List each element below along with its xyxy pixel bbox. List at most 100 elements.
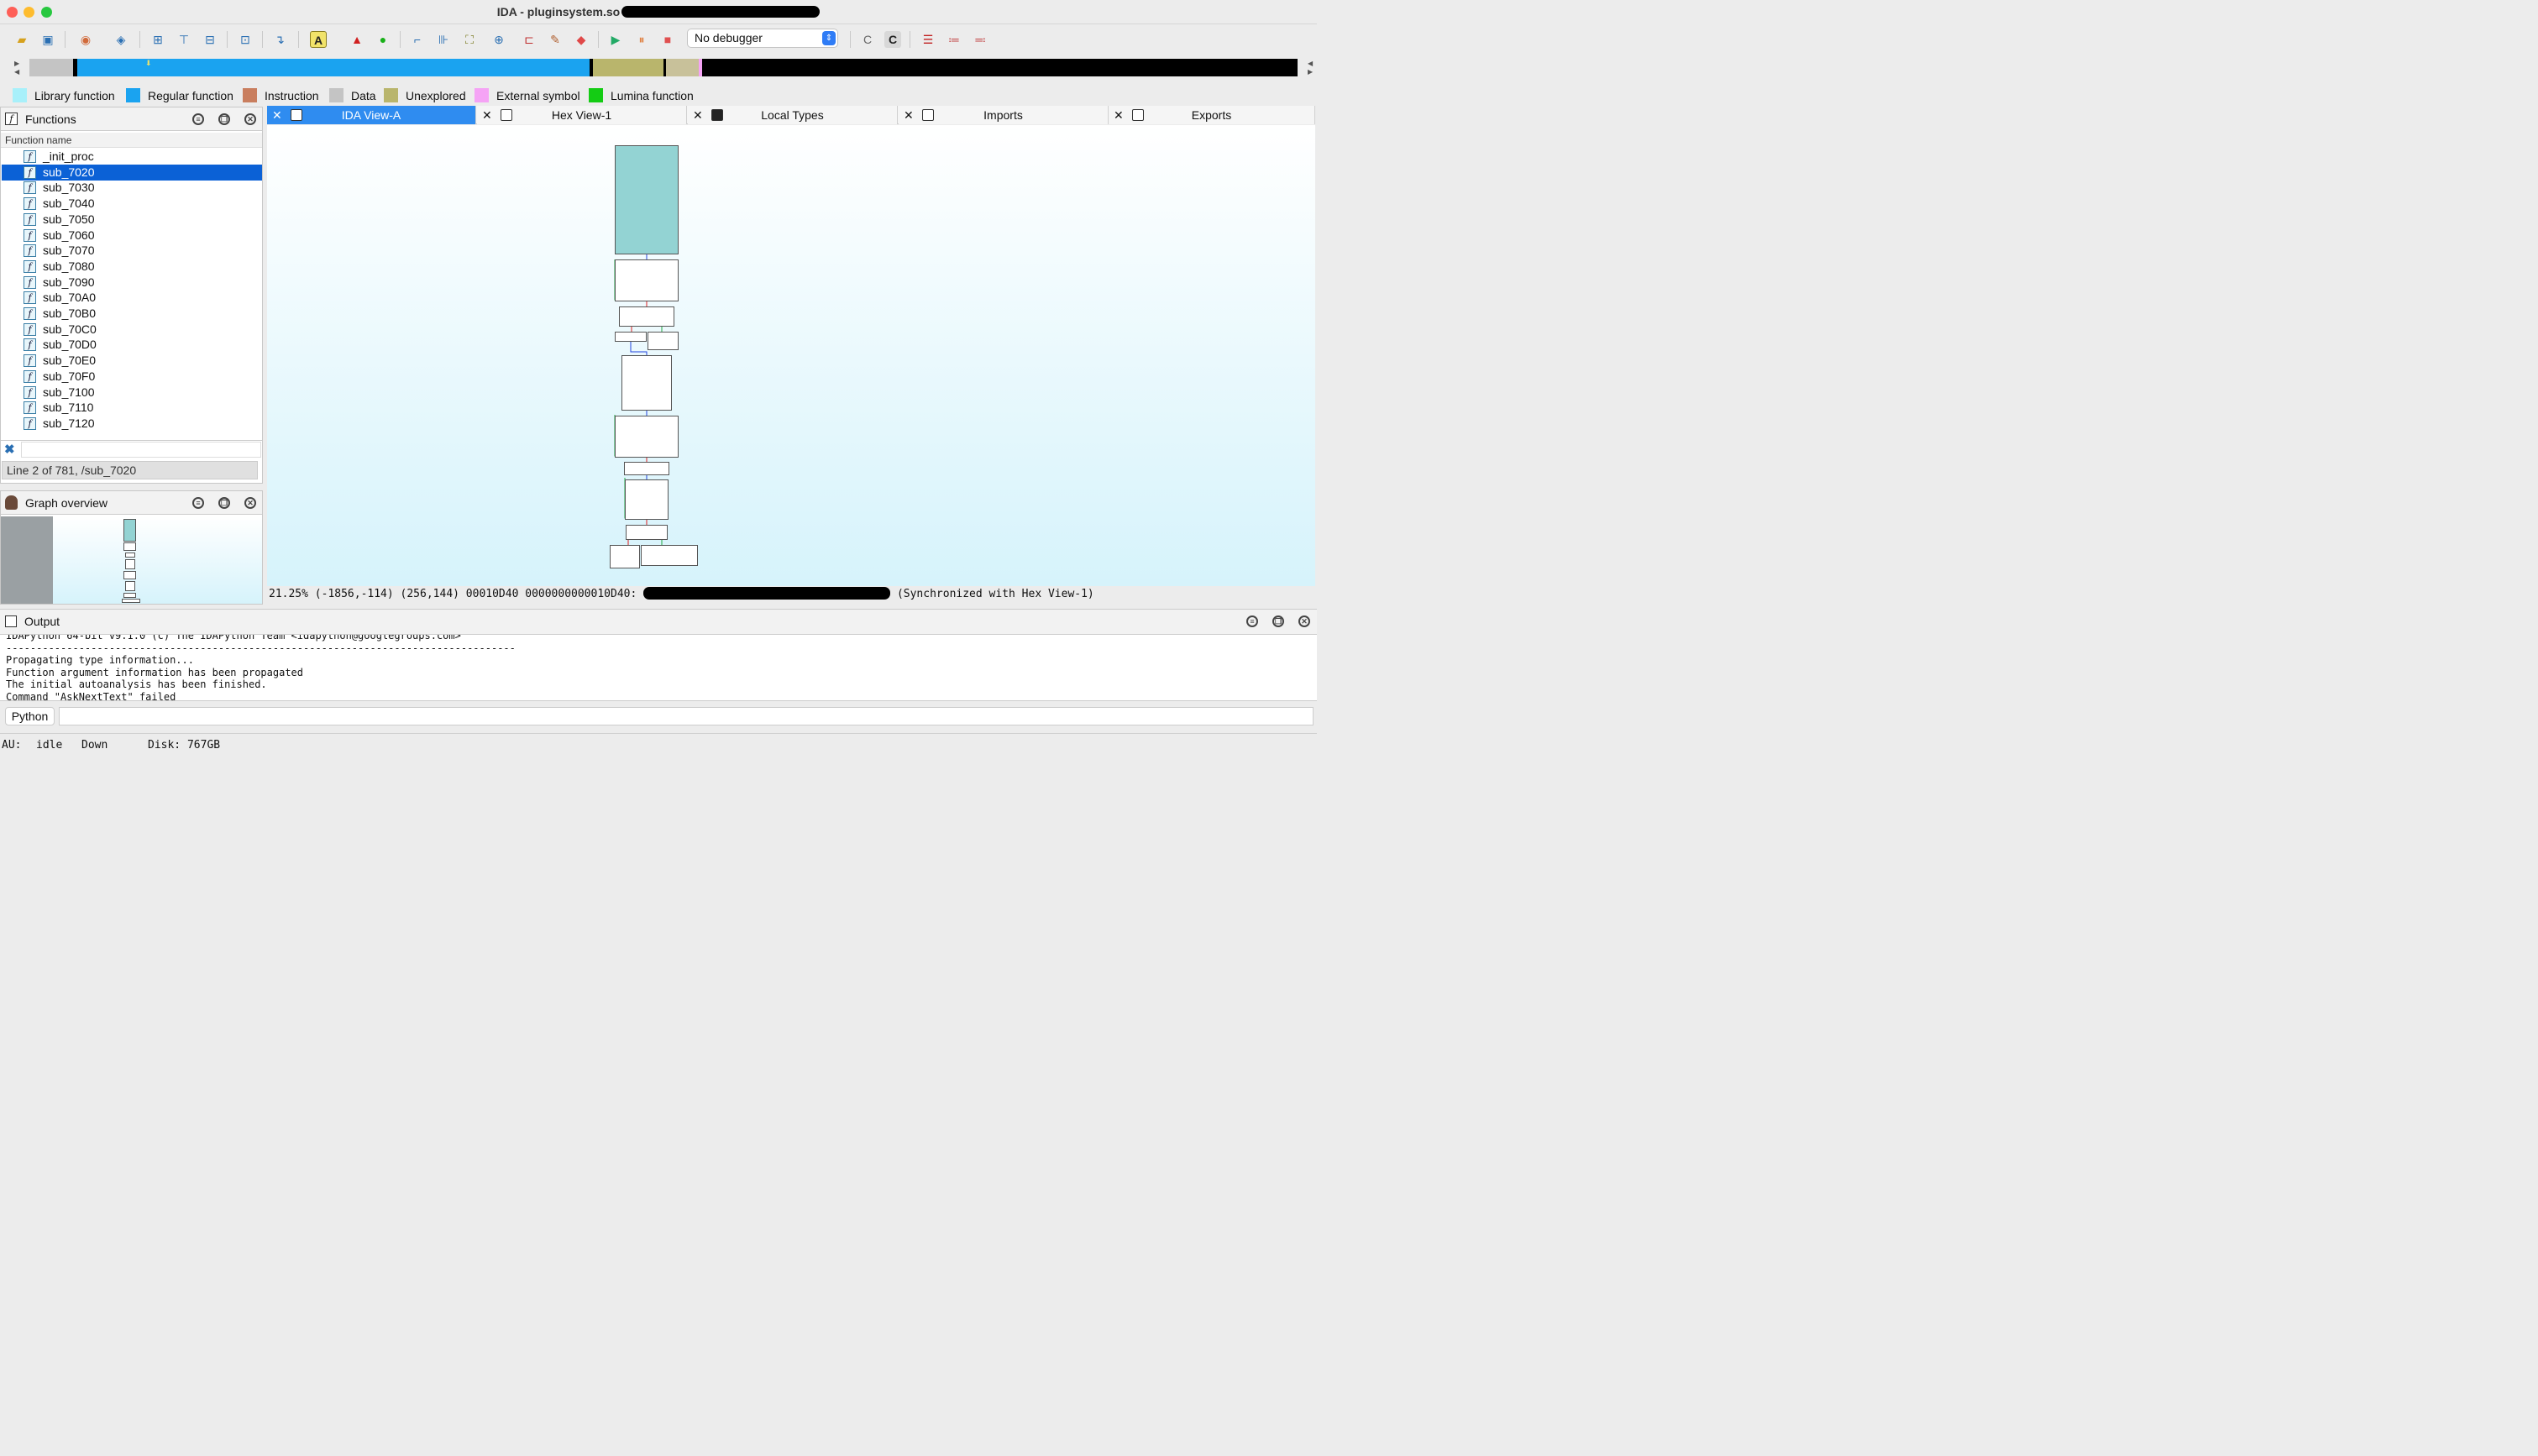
au-state: idle [36, 739, 63, 752]
entry-basic-block[interactable] [615, 145, 679, 254]
start-debug-icon[interactable]: ▶ [607, 31, 624, 48]
panel-menu-icon[interactable]: ≡ [192, 113, 204, 125]
function-filter-input[interactable] [21, 442, 261, 458]
function-name: sub_70F0 [43, 369, 96, 383]
function-list-item[interactable]: f sub_70A0 [2, 290, 262, 306]
code-icon[interactable]: ⌐ [409, 31, 426, 48]
navband-bar[interactable]: ⬇ [29, 59, 1298, 76]
undefine-icon[interactable]: ⊏ [521, 31, 537, 48]
text-view-icon[interactable]: ⊟ [202, 31, 218, 48]
panel-float-icon[interactable]: ❐ [1272, 615, 1284, 627]
stop-debug-icon[interactable]: ■ [659, 31, 676, 48]
functions-list[interactable]: f _init_proc f sub_7020 f sub_7030 f sub_7040 f s… [1, 149, 262, 437]
tab-exports[interactable]: ✕ Exports [1109, 106, 1315, 124]
proximity-view-icon[interactable]: ⊤ [176, 31, 192, 48]
tab-ida-view-a[interactable]: ✕ IDA View-A [267, 106, 476, 124]
array-icon[interactable]: ⊕ [490, 31, 507, 48]
function-list-item[interactable]: f _init_proc [2, 149, 262, 165]
forward-icon[interactable]: ◈ [113, 31, 129, 48]
basic-block[interactable] [615, 332, 647, 342]
outdent-list-icon[interactable]: ≕ [972, 31, 988, 48]
nav-left-arrow-icon[interactable]: ▶ ◀ [14, 60, 19, 76]
function-list-item[interactable]: f sub_70D0 [2, 337, 262, 353]
function-list-item[interactable]: f sub_7040 [2, 196, 262, 212]
pseudocode-icon[interactable]: C [884, 31, 901, 48]
function-name-column-header[interactable]: Function name [1, 133, 262, 148]
navigation-band[interactable]: ▶ ◀ ◀ ▶ ⬇ [0, 55, 1317, 81]
basic-block[interactable] [641, 545, 698, 566]
output-log[interactable]: IDAPython 64-bit v9.1.0 (c) The IDAPytho… [0, 634, 1317, 701]
rename-icon[interactable]: ✎ [547, 31, 564, 48]
decompile-icon[interactable]: C [859, 31, 876, 48]
graph-view-icon[interactable]: ⊞ [149, 31, 166, 48]
function-list-item[interactable]: f sub_7050 [2, 212, 262, 228]
function-list-item[interactable]: f sub_70E0 [2, 353, 262, 369]
panel-close-icon[interactable]: ✕ [244, 497, 256, 509]
overview-viewport[interactable] [1, 516, 53, 604]
basic-block[interactable] [615, 416, 679, 458]
command-input[interactable] [59, 707, 1314, 725]
tab-hex-view-1[interactable]: ✕ Hex View-1 [477, 106, 687, 124]
nav-right-arrow-icon[interactable]: ◀ ▶ [1308, 60, 1313, 76]
legend-item: External symbol [475, 88, 580, 105]
basic-block[interactable] [626, 525, 668, 540]
jump-icon[interactable]: ⊡ [237, 31, 254, 48]
open-file-icon[interactable]: ▰ [13, 31, 30, 48]
function-list-item[interactable]: f sub_70B0 [2, 306, 262, 322]
pause-debug-icon[interactable]: ⏸ [633, 31, 650, 48]
basic-block[interactable] [610, 545, 640, 568]
window-title: IDA - pluginsystem.so [0, 5, 1317, 18]
jump-to-address-icon[interactable]: ↴ [271, 31, 288, 48]
basic-block[interactable] [615, 259, 679, 301]
struct-icon[interactable]: ⛶ [461, 31, 478, 48]
tab-imports[interactable]: ✕ Imports [899, 106, 1109, 124]
function-list-item[interactable]: f sub_7120 [2, 416, 262, 432]
direction-indicator: Down [81, 739, 108, 752]
basic-block[interactable] [624, 462, 669, 475]
function-name: sub_7120 [43, 416, 95, 430]
legend-swatch [126, 88, 140, 102]
data-icon[interactable]: ⊪ [435, 31, 452, 48]
function-list-item[interactable]: f sub_7110 [2, 400, 262, 416]
graph-overview-canvas[interactable] [1, 516, 262, 604]
function-list-item[interactable]: f sub_7030 [2, 180, 262, 196]
function-list-item[interactable]: f sub_70F0 [2, 369, 262, 385]
clear-filter-icon[interactable]: ✖ [4, 442, 15, 457]
breakpoint-list-icon[interactable]: ▲ [349, 31, 365, 48]
panel-float-icon[interactable]: ❐ [218, 497, 230, 509]
function-list-item[interactable]: f sub_7060 [2, 228, 262, 244]
panel-menu-icon[interactable]: ≡ [192, 497, 204, 509]
tab-local-types[interactable]: ✕ Local Types [688, 106, 898, 124]
panel-float-icon[interactable]: ❐ [218, 113, 230, 125]
panel-close-icon[interactable]: ✕ [1298, 615, 1310, 627]
functions-status: Line 2 of 781, /sub_7020 [2, 461, 258, 479]
function-list-item[interactable]: f sub_7090 [2, 275, 262, 291]
back-icon[interactable]: ◉ [77, 31, 94, 48]
hide-icon[interactable]: ◆ [573, 31, 590, 48]
output-list-icon[interactable]: ☰ [920, 31, 936, 48]
function-list-item[interactable]: f sub_7100 [2, 385, 262, 401]
function-list-item[interactable]: f sub_70C0 [2, 322, 262, 338]
function-icon: f [24, 322, 36, 336]
basic-block[interactable] [648, 332, 679, 350]
indent-list-icon[interactable]: ≔ [946, 31, 962, 48]
panel-menu-icon[interactable]: ≡ [1246, 615, 1258, 627]
function-name: sub_70C0 [43, 322, 97, 336]
basic-block[interactable] [621, 355, 672, 411]
debugger-select[interactable]: No debugger ⇕ [687, 29, 838, 48]
save-icon[interactable]: ▣ [39, 31, 56, 48]
legend-item: Unexplored [384, 88, 466, 105]
basic-block[interactable] [619, 306, 674, 327]
panel-close-icon[interactable]: ✕ [244, 113, 256, 125]
lumina-icon[interactable]: ● [375, 31, 391, 48]
function-list-item[interactable]: f sub_7020 [2, 164, 262, 181]
redaction-bar [621, 6, 821, 18]
cli-language-button[interactable]: Python [5, 707, 55, 725]
graph-view[interactable] [267, 125, 1315, 586]
function-list-item[interactable]: f sub_7070 [2, 243, 262, 259]
basic-block[interactable] [625, 479, 669, 520]
function-name: sub_7030 [43, 181, 95, 195]
function-filter-bar: ✖ [1, 440, 262, 458]
text-search-icon[interactable]: A [310, 31, 327, 48]
function-list-item[interactable]: f sub_7080 [2, 259, 262, 275]
